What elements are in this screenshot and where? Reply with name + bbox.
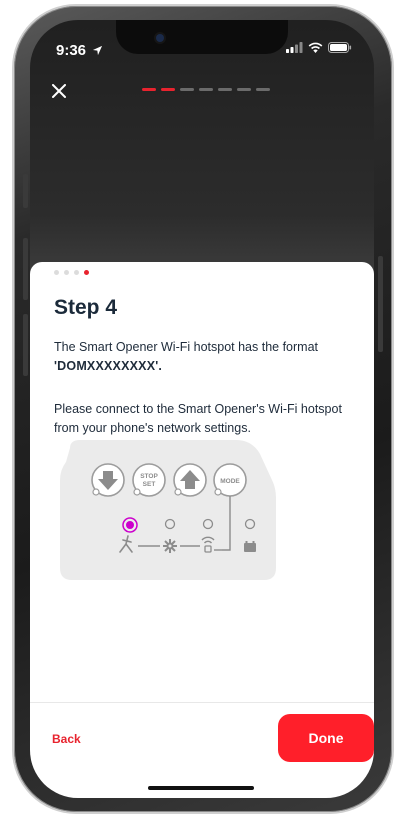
progress-segment (161, 88, 175, 91)
page-dot (74, 270, 79, 275)
done-button[interactable]: Done (278, 714, 374, 762)
back-button[interactable]: Back (52, 732, 81, 746)
front-camera (156, 34, 164, 42)
up-arrow-button (173, 463, 207, 497)
mode-label: MODE (220, 478, 240, 485)
mute-switch (23, 174, 28, 208)
hotspot-format-value: 'DOMXXXXXXXX'. (54, 359, 163, 373)
progress-segment (237, 88, 251, 91)
page-dot (54, 270, 59, 275)
progress-segment (218, 88, 232, 91)
hotspot-format-intro: The Smart Opener Wi-Fi hotspot has the f… (54, 340, 318, 354)
home-indicator[interactable] (148, 786, 254, 790)
progress-segment (199, 88, 213, 91)
step-progress-bar (142, 88, 270, 91)
gear-icon (163, 539, 177, 553)
volume-down-button (23, 314, 28, 376)
phone-mockup: 9:36 Step 4 The Smart Opener Wi-Fi hotsp… (0, 0, 404, 818)
smart-opener-panel-illustration: STOP SET MODE (60, 440, 276, 580)
down-arrow-button (91, 463, 125, 497)
page-dot (84, 270, 89, 275)
step-card: Step 4 The Smart Opener Wi-Fi hotspot ha… (30, 262, 374, 798)
connect-instructions: Please connect to the Smart Opener's Wi-… (54, 402, 342, 435)
cellular-signal-icon (286, 42, 303, 53)
volume-up-button (23, 238, 28, 300)
location-arrow-icon (93, 45, 103, 56)
status-icons (286, 42, 352, 53)
footer-divider (30, 702, 374, 703)
close-button[interactable] (48, 80, 70, 102)
close-icon (52, 84, 66, 98)
screen: 9:36 Step 4 The Smart Opener Wi-Fi hotsp… (30, 20, 374, 798)
status-time: 9:36 (56, 42, 103, 59)
stop-set-button: STOP SET (132, 463, 166, 497)
step-title: Step 4 (54, 296, 118, 319)
mode-button: MODE (213, 463, 247, 497)
wifi-icon (308, 42, 323, 53)
set-label: SET (143, 481, 156, 488)
power-button (378, 256, 383, 352)
panel-body (60, 440, 276, 580)
progress-segment (180, 88, 194, 91)
notch (116, 20, 288, 54)
page-dots (54, 270, 89, 275)
progress-segment (256, 88, 270, 91)
progress-segment (142, 88, 156, 91)
hotspot-format-text: The Smart Opener Wi-Fi hotspot has the f… (54, 338, 354, 376)
page-dot (64, 270, 69, 275)
battery-icon (328, 42, 352, 53)
stop-label: STOP (140, 473, 158, 480)
